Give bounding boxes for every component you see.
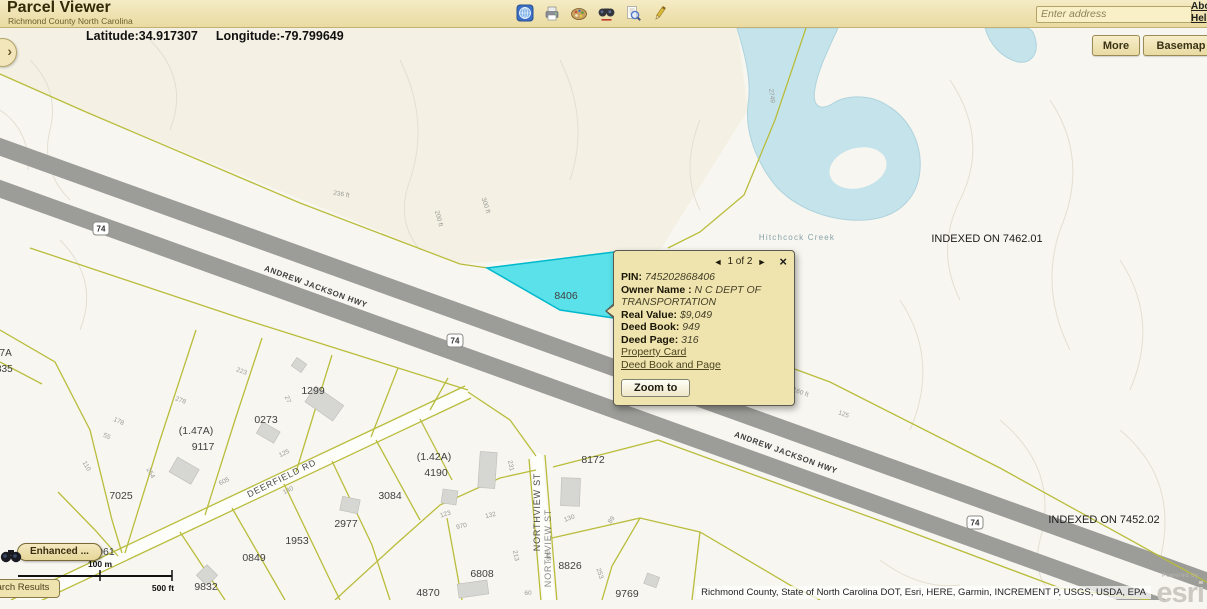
property-card-link[interactable]: Property Card <box>621 346 787 359</box>
pencil-icon <box>651 4 669 22</box>
overview-map-button[interactable] <box>515 2 535 23</box>
svg-text:8172: 8172 <box>581 454 605 466</box>
svg-text:74: 74 <box>97 225 106 234</box>
palette-icon <box>570 4 588 22</box>
svg-text:NORTHVIEW ST: NORTHVIEW ST <box>543 509 553 587</box>
map-attribution: Richmond County, State of North Carolina… <box>696 586 1151 599</box>
toolbar <box>515 2 670 23</box>
svg-text:8826: 8826 <box>558 560 582 572</box>
overview-map-icon <box>516 4 534 22</box>
find-button[interactable] <box>596 2 616 23</box>
selected-parcel-label: 8406 <box>554 290 578 302</box>
enhanced-search-button[interactable]: Enhanced ... <box>17 543 102 561</box>
svg-text:7025: 7025 <box>109 490 133 502</box>
svg-text:87A: 87A <box>0 348 12 359</box>
popup-field-deed-book: Deed Book: 949 <box>621 321 787 334</box>
print-button[interactable] <box>542 2 562 23</box>
svg-text:0273: 0273 <box>254 414 278 426</box>
coordinate-readout: Latitude:34.917307 Longitude:-79.799649 <box>86 29 344 43</box>
svg-text:74: 74 <box>451 337 460 346</box>
app-subtitle: Richmond County North Carolina <box>8 16 133 26</box>
app-title: Parcel Viewer <box>7 0 111 16</box>
svg-text:3084: 3084 <box>378 490 402 502</box>
popup-field-real-value: Real Value: $9,049 <box>621 309 787 322</box>
svg-text:6808: 6808 <box>470 568 494 580</box>
deed-book-page-link[interactable]: Deed Book and Page <box>621 359 787 372</box>
basemap-button[interactable]: Basemap <box>1143 35 1207 56</box>
svg-text:(1.47A): (1.47A) <box>179 425 213 437</box>
svg-text:(1.42A): (1.42A) <box>417 451 451 463</box>
creek-label: Hitchcock Creek <box>759 233 835 242</box>
longitude-readout: Longitude:-79.799649 <box>216 29 344 43</box>
indexed-label-1: INDEXED ON 7462.01 <box>931 233 1042 245</box>
address-search <box>1036 4 1192 23</box>
help-link[interactable]: Help <box>1191 13 1207 25</box>
svg-text:60: 60 <box>524 590 532 597</box>
svg-text:74: 74 <box>971 519 980 528</box>
svg-text:9769: 9769 <box>615 588 639 600</box>
identify-button[interactable] <box>623 2 643 23</box>
measure-button[interactable] <box>650 2 670 23</box>
popup-prev-button[interactable]: ◄ <box>714 257 723 267</box>
popup-close-button[interactable]: × <box>779 257 787 267</box>
zoom-to-button[interactable]: Zoom to <box>621 379 690 397</box>
search-results-tab[interactable]: Search Results <box>0 579 60 598</box>
header-links: About Help <box>1191 1 1207 25</box>
scale-imperial: 500 ft <box>152 583 174 593</box>
parcel-info-popup: ◄ 1 of 2 ► × PIN: 745202868406 Owner Nam… <box>613 250 795 406</box>
address-search-input[interactable] <box>1036 6 1192 23</box>
svg-text:1299: 1299 <box>301 385 325 397</box>
popup-next-button[interactable]: ► <box>757 257 766 267</box>
popup-field-owner: Owner Name : N C DEPT OF TRANSPORTATION <box>621 284 787 309</box>
esri-logo: Powered by esri <box>1156 572 1204 606</box>
popup-page-indicator: 1 of 2 <box>727 256 752 267</box>
more-button[interactable]: More <box>1092 35 1140 56</box>
svg-text:0849: 0849 <box>242 552 266 564</box>
svg-text:335: 335 <box>0 364 13 375</box>
draw-tools-button[interactable] <box>569 2 589 23</box>
svg-text:9832: 9832 <box>194 581 218 593</box>
chevron-right-icon: › <box>7 43 12 59</box>
app-header: Parcel Viewer Richmond County North Caro… <box>0 0 1207 28</box>
svg-text:4190: 4190 <box>424 467 448 479</box>
svg-text:9117: 9117 <box>192 441 215 453</box>
svg-text:NORTHVIEW ST: NORTHVIEW ST <box>532 473 542 551</box>
svg-text:2977: 2977 <box>334 518 358 530</box>
print-icon <box>543 4 561 22</box>
binoculars-icon <box>597 3 616 22</box>
popup-field-pin: PIN: 745202868406 <box>621 271 787 284</box>
svg-text:1953: 1953 <box>285 535 309 547</box>
indexed-label-2: INDEXED ON 7452.02 <box>1048 514 1159 526</box>
about-link[interactable]: About <box>1191 1 1207 13</box>
popup-pager: ◄ 1 of 2 ► × <box>621 256 787 267</box>
latitude-readout: Latitude:34.917307 <box>86 29 198 43</box>
map-canvas[interactable]: 236 ft 2749 200 ft 300 ft 223 27 278 178… <box>0 0 1207 600</box>
popup-field-deed-page: Deed Page: 316 <box>621 334 787 347</box>
identify-icon <box>624 4 642 22</box>
svg-text:4870: 4870 <box>416 587 440 599</box>
enhanced-search-icon <box>0 546 22 571</box>
